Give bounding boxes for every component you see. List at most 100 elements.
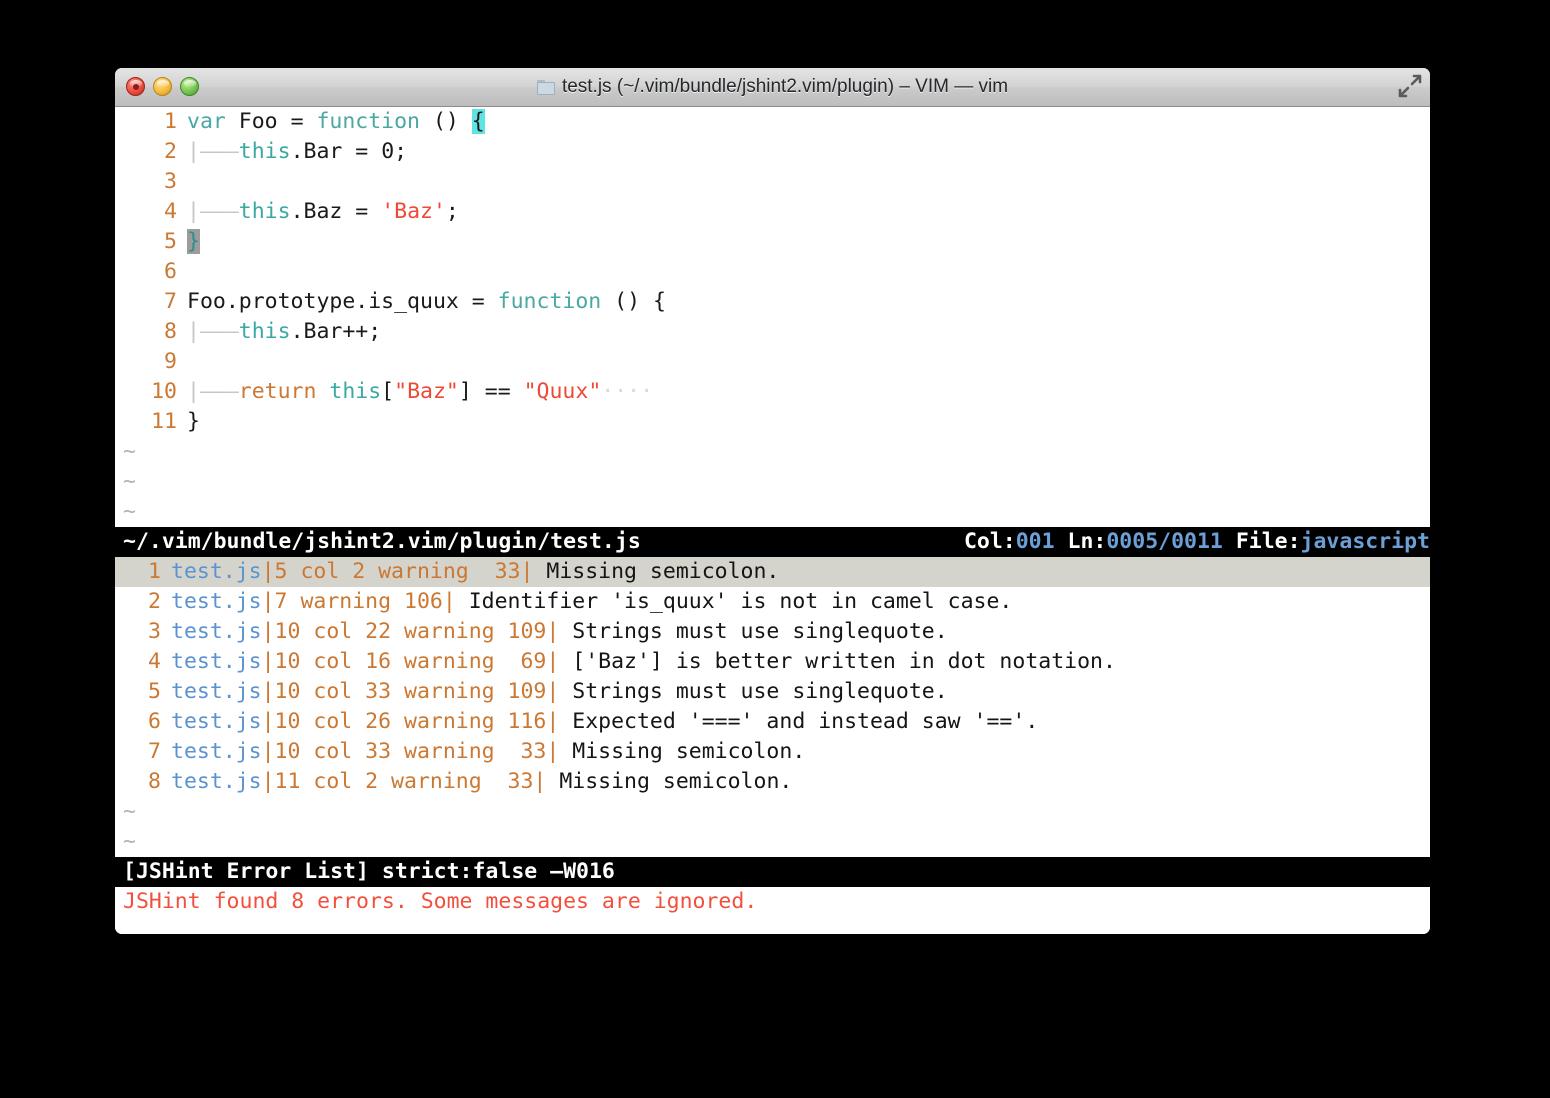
line-number: 7 [164,289,177,314]
code-token: () { [614,289,666,314]
close-button[interactable] [126,77,145,96]
error-message: ['Baz'] is better written in dot notatio… [559,649,1116,674]
code-token: |——— [187,319,239,344]
code-line: 7 Foo.prototype.is_quux = function () { [115,287,1430,317]
code-token: Foo [238,109,291,134]
error-location: |10 col 16 warning 69| [261,649,560,674]
error-list-row[interactable]: 7 test.js|10 col 33 warning 33| Missing s… [115,737,1430,767]
tilde-marker: ~ [123,499,136,524]
tilde-marker: ~ [123,799,136,824]
line-number: 11 [151,409,177,434]
errorlist-statusline: [JSHint Error List] strict:false –W016 [115,857,1430,887]
error-list-row[interactable]: 3 test.js|10 col 22 warning 109| Strings … [115,617,1430,647]
error-message: Identifier 'is_quux' is not in camel cas… [455,589,1013,614]
error-list-row[interactable]: 2 test.js|7 warning 106| Identifier 'is_q… [115,587,1430,617]
buffer-statusline: ~/.vim/bundle/jshint2.vim/plugin/test.js… [115,527,1430,557]
error-location: |10 col 26 warning 116| [261,709,560,734]
code-token: this [329,379,382,404]
code-token: == [484,379,524,404]
error-message: Expected '===' and instead saw '=='. [559,709,1039,734]
code-token: function [316,109,433,134]
code-line: 5} [115,227,1430,257]
ln-label: Ln: [1067,529,1107,554]
line-number: 8 [164,319,177,344]
fullscreen-button[interactable] [1396,73,1424,99]
line-number: 6 [164,259,177,284]
error-location: |5 col 2 warning 33| [261,559,534,584]
line-number: 10 [151,379,177,404]
col-label: Col: [963,529,1016,554]
error-location: |7 warning 106| [261,589,456,614]
code-token: } [187,409,200,434]
code-token: this [238,319,291,344]
code-line: 2 |———this.Bar = 0; [115,137,1430,167]
error-file-name: test.js [171,739,262,764]
code-token: .Bar [290,139,356,164]
error-location: |11 col 2 warning 33| [261,769,547,794]
code-token: function [497,289,615,314]
buffer-filler-line: ~ [115,467,1430,497]
error-row-number: 4 [148,649,161,674]
error-list-row[interactable]: 4 test.js|10 col 16 warning 69| ['Baz'] i… [115,647,1430,677]
statusline-path: ~/.vim/bundle/jshint2.vim/plugin/test.js [123,529,641,554]
minimize-button[interactable] [153,77,172,96]
tilde-marker: ~ [123,469,136,494]
errorlist-filler-line: ~ [115,797,1430,827]
code-token: = [471,289,498,314]
code-line: 6 [115,257,1430,287]
vim-window: test.js (~/.vim/bundle/jshint2.vim/plugi… [115,68,1430,934]
error-file-name: test.js [171,619,262,644]
fullscreen-icon [1398,74,1422,98]
code-token: this [238,139,291,164]
window-title-text: test.js (~/.vim/bundle/jshint2.vim/plugi… [561,76,1009,97]
code-token: |——— [187,379,239,404]
code-token: = [355,139,382,164]
error-list-row[interactable]: 6 test.js|10 col 26 warning 116| Expected… [115,707,1430,737]
line-number: 2 [164,139,177,164]
window-controls [126,77,199,96]
error-row-number: 3 [148,619,161,644]
code-line: 8 |———this.Bar++; [115,317,1430,347]
error-location: |10 col 33 warning 33| [261,739,560,764]
code-token: ; [445,199,459,224]
col-value: 001 [1015,529,1055,554]
line-number: 9 [164,349,177,374]
error-list-row[interactable]: 1 test.js|5 col 2 warning 33| Missing sem… [115,557,1430,587]
code-line: 11} [115,407,1430,437]
error-list-row[interactable]: 5 test.js|10 col 33 warning 109| Strings … [115,677,1430,707]
code-token: .Baz [290,199,356,224]
code-token: ] [458,379,485,404]
tilde-marker: ~ [123,439,136,464]
code-token: { [471,109,485,134]
error-row-number: 2 [148,589,161,614]
jshint-error-list[interactable]: 1 test.js|5 col 2 warning 33| Missing sem… [115,557,1430,857]
error-file-name: test.js [171,589,262,614]
error-list-row[interactable]: 8 test.js|11 col 2 warning 33| Missing se… [115,767,1430,797]
ln-value: 0005/0011 [1106,529,1223,554]
code-token: = [290,109,317,134]
code-line: 9 [115,347,1430,377]
zoom-button[interactable] [180,77,199,96]
tilde-marker: ~ [123,829,136,854]
error-file-name: test.js [171,649,262,674]
error-location: |10 col 33 warning 109| [261,679,560,704]
code-token: 'Baz' [381,199,446,224]
file-label: File: [1235,529,1301,554]
code-buffer[interactable]: 1 var Foo = function () {2 |———this.Bar = … [115,107,1430,527]
code-token: 0; [381,139,408,164]
error-row-number: 6 [148,709,161,734]
error-row-number: 5 [148,679,161,704]
code-token: this [238,199,291,224]
error-row-number: 1 [148,559,161,584]
code-token: ···· [601,379,654,404]
errorlist-filler-line: ~ [115,827,1430,857]
buffer-filler-line: ~ [115,437,1430,467]
errorlist-statusline-text: [JSHint Error List] strict:false –W016 [123,859,615,884]
code-token: } [187,229,200,254]
error-file-name: test.js [171,769,262,794]
code-token: [ [381,379,395,404]
vim-content: 1 var Foo = function () {2 |———this.Bar = … [115,107,1430,934]
code-token: = [355,199,382,224]
file-value: javascript [1300,529,1430,554]
code-token: |——— [187,139,239,164]
